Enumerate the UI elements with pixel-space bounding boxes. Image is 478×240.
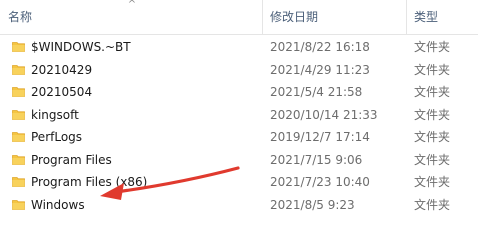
folder-icon xyxy=(12,109,25,120)
file-row-windows-bt[interactable]: $WINDOWS.~BT 2021/8/22 16:18 文件夹 xyxy=(0,36,478,59)
file-row-program-files-x86[interactable]: Program Files (x86) 2021/7/23 10:40 文件夹 xyxy=(0,171,478,194)
file-type: 文件夹 xyxy=(414,85,451,99)
column-header-date-modified[interactable]: 修改日期 xyxy=(270,0,400,34)
file-row-20210504[interactable]: 20210504 2021/5/4 21:58 文件夹 xyxy=(0,81,478,104)
folder-icon xyxy=(12,177,25,187)
file-date-modified: 2019/12/7 17:14 xyxy=(270,130,370,144)
file-type: 文件夹 xyxy=(414,62,451,77)
file-date-modified: 2021/5/4 21:58 xyxy=(270,85,363,99)
file-name: Program Files xyxy=(31,152,112,167)
file-name: kingsoft xyxy=(31,107,79,122)
file-date-modified: 2021/8/22 16:18 xyxy=(270,40,370,54)
file-row-20210429[interactable]: 20210429 2021/4/29 11:23 文件夹 xyxy=(0,59,478,82)
file-name: 20210429 xyxy=(31,62,93,77)
file-row-kingsoft[interactable]: kingsoft 2020/10/14 21:33 文件夹 xyxy=(0,104,478,127)
file-type: 文件夹 xyxy=(414,197,451,212)
file-name: Windows xyxy=(31,197,85,212)
folder-icon xyxy=(12,42,25,52)
file-type: 文件夹 xyxy=(414,152,451,167)
file-explorer-list: 名称 ^ 修改日期 类型 $WINDOWS.~BT 2021/8/22 16:1… xyxy=(0,0,478,212)
folder-icon xyxy=(12,87,25,97)
file-row-perflogs[interactable]: PerfLogs 2019/12/7 17:14 文件夹 xyxy=(0,126,478,149)
column-header-bar: 名称 ^ 修改日期 类型 xyxy=(0,0,478,35)
column-header-type[interactable]: 类型 xyxy=(414,0,474,34)
column-divider[interactable] xyxy=(406,0,407,34)
file-name: 20210504 xyxy=(31,85,93,99)
file-name: Program Files (x86) xyxy=(31,175,148,189)
file-type: 文件夹 xyxy=(414,40,451,54)
folder-icon xyxy=(12,132,25,142)
file-type: 文件夹 xyxy=(414,130,451,144)
file-type: 文件夹 xyxy=(414,107,451,122)
file-date-modified: 2021/8/5 9:23 xyxy=(270,197,355,212)
folder-icon xyxy=(12,64,25,75)
file-date-modified: 2020/10/14 21:33 xyxy=(270,107,378,122)
file-date-modified: 2021/7/23 10:40 xyxy=(270,175,370,189)
sort-ascending-icon: ^ xyxy=(127,0,137,10)
file-name: PerfLogs xyxy=(31,130,83,144)
file-date-modified: 2021/7/15 9:06 xyxy=(270,152,363,167)
file-row-windows[interactable]: Windows 2021/8/5 9:23 文件夹 xyxy=(0,194,478,217)
file-name: $WINDOWS.~BT xyxy=(31,40,131,54)
file-row-program-files[interactable]: Program Files 2021/7/15 9:06 文件夹 xyxy=(0,149,478,172)
file-type: 文件夹 xyxy=(414,175,451,189)
file-list: $WINDOWS.~BT 2021/8/22 16:18 文件夹 2021042… xyxy=(0,36,478,216)
column-divider[interactable] xyxy=(262,0,263,34)
folder-icon xyxy=(12,154,25,165)
folder-icon xyxy=(12,199,25,210)
file-date-modified: 2021/4/29 11:23 xyxy=(270,62,370,77)
